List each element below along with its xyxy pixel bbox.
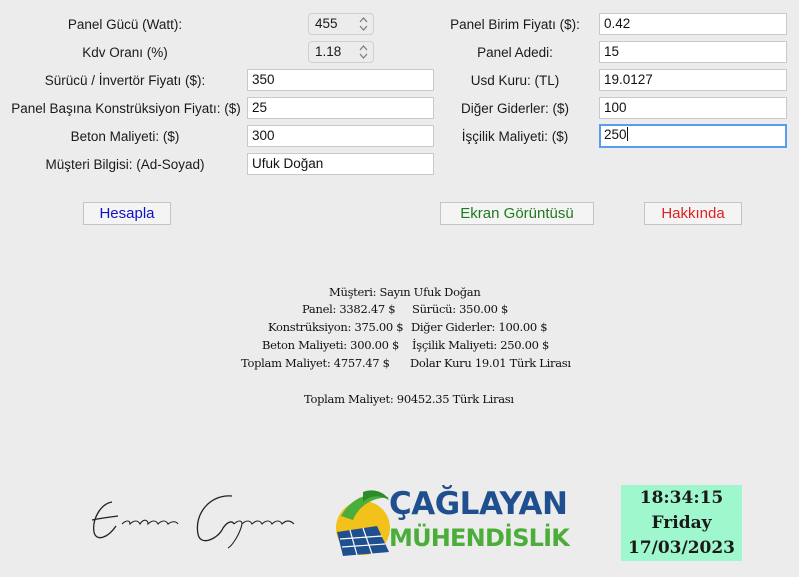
- clock-time: 18:34:15: [639, 488, 724, 508]
- result-total-usd: Toplam Maliyet: 4757.47 $: [241, 356, 390, 370]
- result-labor: İşçilik Maliyeti: 250.00 $: [412, 338, 550, 352]
- inverter-price-label: Sürücü / İnvertör Fiyatı ($):: [44, 73, 206, 88]
- concrete-cost-label: Beton Maliyeti: ($): [70, 129, 180, 144]
- labor-cost-input[interactable]: 250: [599, 124, 787, 148]
- other-costs-input[interactable]: 100: [599, 97, 787, 119]
- labor-cost-value: 250: [604, 127, 627, 142]
- customer-label: Müşteri Bilgisi: (Ad-Soyad): [45, 157, 205, 172]
- text-caret: [626, 127, 628, 141]
- screenshot-button[interactable]: Ekran Görüntüsü: [440, 202, 594, 225]
- panel-unit-price-input[interactable]: 0.42: [599, 13, 787, 35]
- logo-line2: MÜHENDİSLİK: [389, 524, 570, 552]
- signature: [82, 490, 307, 550]
- inverter-price-input[interactable]: 350: [247, 69, 434, 91]
- signature-image: [91, 495, 295, 549]
- company-logo: ÇAĞLAYAN MÜHENDİSLİK: [333, 486, 609, 558]
- labor-cost-label: İşçilik Maliyeti: ($): [461, 129, 569, 144]
- panel-power-value: 455: [315, 16, 338, 31]
- panel-count-input[interactable]: 15: [599, 41, 787, 63]
- usd-rate-input[interactable]: 19.0127: [599, 69, 787, 91]
- customer-input[interactable]: Ufuk Doğan: [247, 153, 434, 175]
- result-total-try: Toplam Maliyet: 90452.35 Türk Lirası: [304, 392, 514, 406]
- panel-power-label: Panel Gücü (Watt):: [67, 17, 183, 32]
- panel-power-spinbox[interactable]: 455: [308, 13, 374, 35]
- result-other: Diğer Giderler: 100.00 $: [411, 320, 548, 334]
- logo-line1: ÇAĞLAYAN: [389, 486, 568, 522]
- panel-count-label: Panel Adedi:: [477, 45, 553, 60]
- about-button[interactable]: Hakkında: [644, 202, 742, 225]
- result-panel: Panel: 3382.47 $: [302, 302, 396, 316]
- panel-unit-price-label: Panel Birim Fiyatı ($):: [450, 17, 580, 32]
- construction-price-input[interactable]: 25: [247, 97, 434, 119]
- clock-date: 17/03/2023: [627, 538, 736, 558]
- spin-arrows-icon[interactable]: [359, 16, 368, 32]
- result-inverter: Sürücü: 350.00 $: [412, 302, 508, 316]
- result-customer: Müşteri: Sayın Ufuk Doğan: [329, 285, 481, 299]
- usd-rate-label: Usd Kuru: (TL): [470, 73, 560, 88]
- clock-display: 18:34:15 Friday 17/03/2023: [621, 485, 742, 561]
- other-costs-label: Diğer Giderler: ($): [460, 101, 570, 116]
- result-construction: Konstrüksiyon: 375.00 $: [268, 320, 404, 334]
- spin-arrows-icon[interactable]: [359, 44, 368, 60]
- vat-rate-spinbox[interactable]: 1.18: [308, 41, 374, 63]
- result-dollar-rate: Dolar Kuru 19.01 Türk Lirası: [410, 356, 571, 370]
- construction-price-label: Panel Başına Konstrüksiyon Fiyatı: ($): [11, 101, 241, 116]
- vat-rate-label: Kdv Oranı (%): [82, 45, 168, 60]
- result-concrete: Beton Maliyeti: 300.00 $: [262, 338, 399, 352]
- concrete-cost-input[interactable]: 300: [247, 125, 434, 147]
- calculate-button[interactable]: Hesapla: [83, 202, 171, 225]
- vat-rate-value: 1.18: [315, 44, 342, 59]
- clock-day: Friday: [651, 513, 712, 533]
